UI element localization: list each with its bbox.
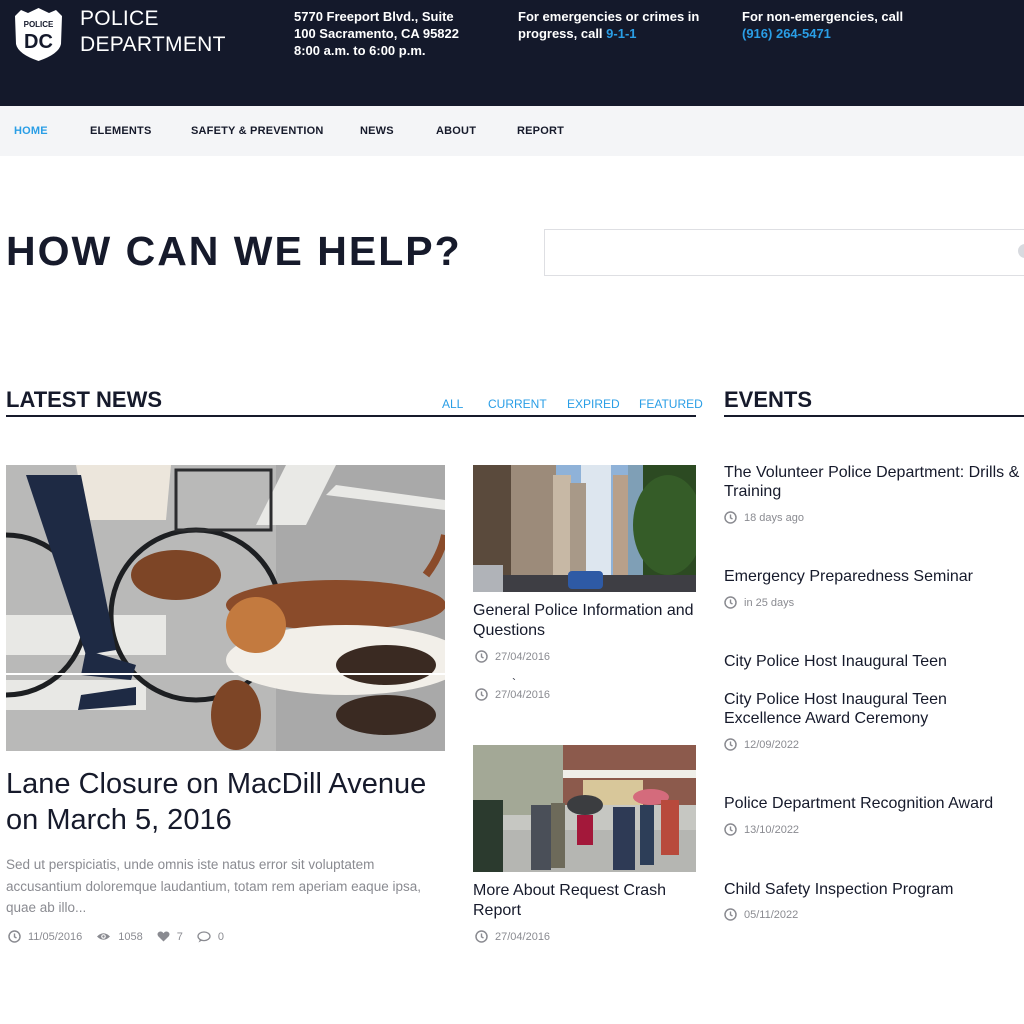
event-meta: 13/10/2022 xyxy=(724,823,799,836)
events-divider xyxy=(724,415,1024,417)
side-article-title[interactable]: General Police Information and Questions xyxy=(473,601,698,641)
address-block: 5770 Freeport Blvd., Suite 100 Sacrament… xyxy=(294,8,494,59)
clock-icon xyxy=(475,688,488,701)
side-article-extra-date: 27/04/2016 xyxy=(495,688,551,701)
events-heading: EVENTS xyxy=(724,387,813,412)
search-field[interactable] xyxy=(544,229,1024,276)
event-time: 12/09/2022 xyxy=(744,738,800,751)
non-emergency-phone-link[interactable]: (916) 264-5471 xyxy=(742,25,972,42)
help-heading: HOW CAN WE HELP? xyxy=(6,228,462,274)
event-meta: 18 days ago xyxy=(724,511,804,524)
featured-article-meta: 11/05/2016 1058 7 0 xyxy=(8,930,238,943)
event-title[interactable]: Child Safety Inspection Program xyxy=(724,880,1024,899)
non-emergency-text: For non-emergencies, call xyxy=(742,9,904,24)
event-title[interactable]: City Police Host Inaugural Teen Excellen… xyxy=(724,690,1024,728)
site-brand[interactable]: POLICE DEPARTMENT xyxy=(80,6,226,58)
side-article-date: 27/04/2016 xyxy=(495,930,551,943)
event-title[interactable]: The Volunteer Police Department: Drills … xyxy=(724,463,1024,501)
non-emergency-block: For non-emergencies, call (916) 264-5471 xyxy=(742,8,972,42)
city-street-photo xyxy=(473,465,696,592)
emergency-block: For emergencies or crimes in progress, c… xyxy=(518,8,718,42)
side-article-image[interactable] xyxy=(473,745,696,872)
nav-about[interactable]: ABOUT xyxy=(436,125,476,137)
featured-comments: 0 xyxy=(217,930,224,943)
police-badge-icon: POLICE DC xyxy=(15,8,62,61)
event-meta: 12/09/2022 xyxy=(724,738,799,751)
event-time: in 25 days xyxy=(744,596,795,609)
filter-all[interactable]: ALL xyxy=(442,397,463,411)
featured-article-excerpt: Sed ut perspiciatis, unde omnis iste nat… xyxy=(6,857,421,915)
comment-icon[interactable] xyxy=(197,930,211,943)
clock-icon xyxy=(724,738,737,751)
event-title[interactable]: Emergency Preparedness Seminar xyxy=(724,567,1024,586)
filter-featured[interactable]: FEATURED xyxy=(639,397,703,411)
clock-icon xyxy=(724,596,737,609)
featured-views: 1058 xyxy=(118,930,143,943)
clock-icon xyxy=(724,511,737,524)
brand-line-2: DEPARTMENT xyxy=(80,33,226,56)
clock-icon xyxy=(724,823,737,836)
featured-article-image[interactable] xyxy=(6,465,445,751)
police-badge-logo[interactable]: POLICE DC xyxy=(11,6,66,62)
address-line-2: 100 Sacramento, CA 95822 xyxy=(294,26,460,41)
main-nav: HOME ELEMENTS SAFETY & PREVENTION NEWS A… xyxy=(0,106,1024,156)
event-meta: 05/11/2022 xyxy=(724,908,798,921)
nav-news[interactable]: NEWS xyxy=(360,125,394,137)
side-article-meta: 27/04/2016 xyxy=(475,930,550,943)
heart-icon[interactable] xyxy=(157,931,170,942)
featured-likes: 7 xyxy=(176,930,183,943)
eye-icon xyxy=(96,931,111,942)
address-line-1: 5770 Freeport Blvd., Suite xyxy=(294,9,454,24)
clock-icon xyxy=(8,930,21,943)
clock-icon xyxy=(475,650,488,663)
event-time: 13/10/2022 xyxy=(744,823,800,836)
svg-text:DC: DC xyxy=(24,31,53,53)
nav-safety-prevention[interactable]: SAFETY & PREVENTION xyxy=(191,125,324,137)
cyclist-with-dogs-photo xyxy=(6,465,445,751)
side-article-meta-extra: 27/04/2016 xyxy=(475,688,550,701)
clock-icon xyxy=(724,908,737,921)
filter-expired[interactable]: EXPIRED xyxy=(567,397,620,411)
event-title[interactable]: Police Department Recognition Award xyxy=(724,794,1024,813)
brand-line-1: POLICE xyxy=(80,7,159,30)
event-time: 05/11/2022 xyxy=(744,908,799,921)
side-article-date: 27/04/2016 xyxy=(495,650,551,663)
top-header: POLICE DC POLICE DEPARTMENT 5770 Freepor… xyxy=(0,0,1024,106)
nav-home[interactable]: HOME xyxy=(14,125,48,137)
office-hours: 8:00 a.m. to 6:00 p.m. xyxy=(294,43,426,58)
featured-date: 11/05/2016 xyxy=(28,930,83,943)
search-input[interactable] xyxy=(545,230,1024,275)
event-meta: in 25 days xyxy=(724,596,794,609)
latest-news-heading: LATEST NEWS xyxy=(6,387,163,412)
event-time: 18 days ago xyxy=(744,511,804,524)
emergency-text: For emergencies or crimes in xyxy=(518,9,700,24)
event-title[interactable]: City Police Host Inaugural Teen xyxy=(724,652,1024,671)
svg-text:POLICE: POLICE xyxy=(24,20,54,29)
emergency-phone-link[interactable]: 9-1-1 xyxy=(606,26,636,41)
clock-icon xyxy=(475,930,488,943)
emergency-text-2: progress, call xyxy=(518,26,607,41)
filter-current[interactable]: CURRENT xyxy=(488,397,547,411)
featured-article-title[interactable]: Lane Closure on MacDill Avenue on March … xyxy=(6,766,451,838)
side-article-image[interactable] xyxy=(473,465,696,592)
side-article-title[interactable]: More About Request Crash Report xyxy=(473,881,698,921)
nav-report[interactable]: REPORT xyxy=(517,125,564,137)
nav-elements[interactable]: ELEMENTS xyxy=(90,125,152,137)
latest-news-divider xyxy=(6,415,696,417)
side-article-meta: 27/04/2016 xyxy=(475,650,550,663)
pedestrians-crossing-photo xyxy=(473,745,696,872)
